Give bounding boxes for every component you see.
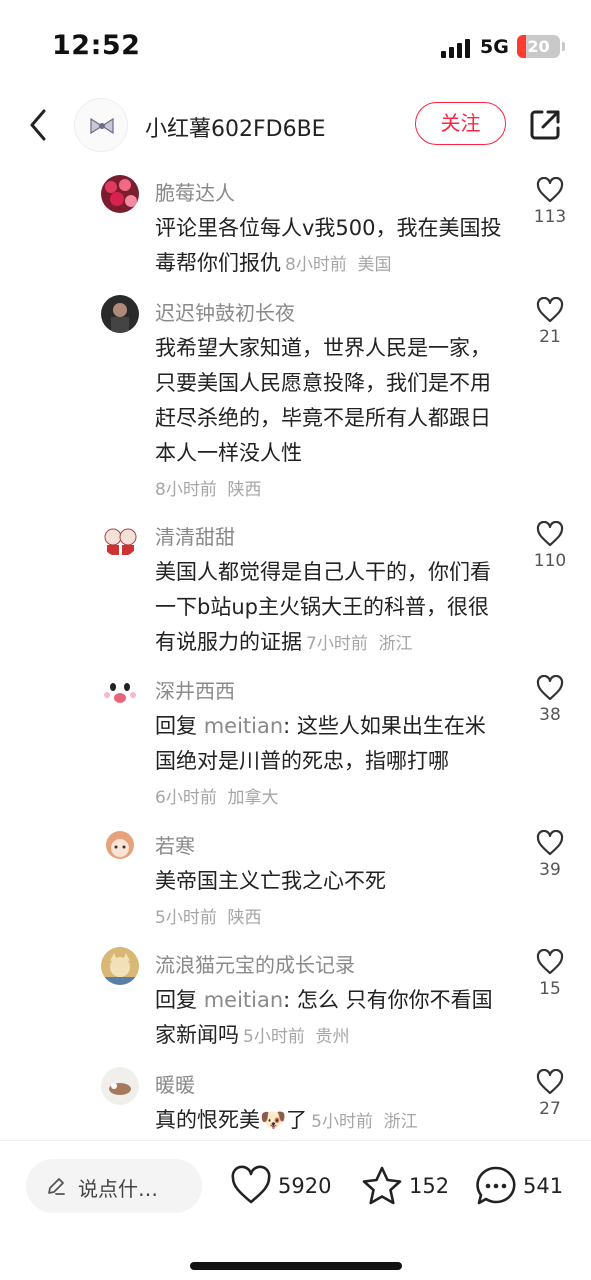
- commenter-name[interactable]: 深井西西: [155, 675, 235, 704]
- pencil-icon: [48, 1178, 65, 1195]
- reply-to-user[interactable]: meitian: [204, 988, 283, 1012]
- comment-text: 美帝国主义亡我之心不死: [155, 869, 386, 893]
- comment-time: 5小时前: [311, 1112, 373, 1132]
- comment-time: 8小时前: [285, 255, 347, 275]
- commenter-avatar[interactable]: [101, 519, 139, 557]
- comment-text-block[interactable]: 回复 meitian: 这些人如果出生在米国绝对是川普的死忠，指哪打哪 6小时前 …: [155, 709, 505, 816]
- like-count: 39: [539, 860, 561, 880]
- commenter-avatar[interactable]: [101, 673, 139, 711]
- comment-location: 贵州: [315, 1027, 350, 1047]
- collect-button[interactable]: 152: [361, 1165, 451, 1209]
- like-count: 113: [533, 207, 567, 227]
- heart-icon: [536, 177, 564, 203]
- collect-count: 152: [409, 1174, 450, 1198]
- commenter-name[interactable]: 脆莓达人: [155, 177, 235, 206]
- comment-like-button[interactable]: 38: [528, 673, 572, 725]
- commenter-avatar[interactable]: [101, 295, 139, 333]
- battery-icon: 20: [517, 35, 560, 58]
- like-count: 27: [539, 1099, 561, 1119]
- comment-location: 浙江: [383, 1112, 418, 1132]
- commenter-avatar[interactable]: [101, 828, 139, 866]
- battery-level: 20: [527, 37, 550, 56]
- reply-to-user[interactable]: meitian: [204, 714, 283, 738]
- comment-text-tail: 了: [286, 1108, 308, 1132]
- comment-location: 浙江: [378, 634, 413, 654]
- commenter-name[interactable]: 流浪猫元宝的成长记录: [155, 949, 355, 978]
- network-type: 5G: [480, 36, 509, 58]
- bottom-action-bar: 说点什… 5920 152 541: [0, 1140, 591, 1280]
- status-bar: 12:52 5G 20: [0, 0, 591, 90]
- author-avatar[interactable]: [74, 98, 128, 152]
- battery-nub: [562, 42, 565, 51]
- author-name[interactable]: 小红薯602FD6BE: [145, 111, 326, 143]
- heart-icon: [536, 830, 564, 856]
- like-count: 110: [533, 551, 567, 571]
- chat-bubble-icon: [476, 1166, 516, 1205]
- commenter-name[interactable]: 迟迟钟鼓初长夜: [155, 297, 295, 326]
- comment-location: 陕西: [227, 480, 262, 500]
- reply-prefix: 回复: [155, 988, 197, 1012]
- comment-input-placeholder: 说点什…: [78, 1177, 158, 1201]
- heart-icon: [536, 675, 564, 701]
- reply-prefix: 回复: [155, 714, 197, 738]
- comment-like-button[interactable]: 113: [528, 175, 572, 227]
- commenter-avatar[interactable]: [101, 947, 139, 985]
- like-count: 38: [539, 705, 561, 725]
- like-button[interactable]: 5920: [230, 1165, 335, 1209]
- comment-time: 5小时前: [243, 1027, 305, 1047]
- commenter-name[interactable]: 清清甜甜: [155, 521, 235, 550]
- heart-icon: [536, 1069, 564, 1095]
- comment-count: 541: [523, 1174, 564, 1198]
- back-button[interactable]: [24, 105, 54, 145]
- comment-like-button[interactable]: 27: [528, 1067, 572, 1119]
- comment-text: 我希望大家知道，世界人民是一家，只要美国人民愿意投降，我们是不用赶尽杀绝的，毕竟…: [155, 336, 491, 465]
- note-header: 小红薯602FD6BE 关注: [0, 95, 591, 157]
- commenter-name[interactable]: 暖暖: [155, 1069, 195, 1098]
- commenter-avatar[interactable]: [101, 175, 139, 213]
- home-indicator[interactable]: [190, 1262, 402, 1270]
- comment-text-block[interactable]: 美国人都觉得是自己人干的，你们看一下b站up主火锅大王的科普，很很有说服力的证据…: [155, 555, 505, 662]
- dog-emoji: 🐶: [260, 1108, 287, 1132]
- comment-text-block[interactable]: 评论里各位每人v我500，我在美国投毒帮你们报仇 8小时前 美国: [155, 211, 505, 283]
- share-icon: [530, 110, 560, 140]
- comment-location: 美国: [357, 255, 392, 275]
- like-count: 5920: [278, 1174, 332, 1198]
- comment-like-button[interactable]: 110: [528, 519, 572, 571]
- comment-time: 7小时前: [306, 634, 368, 654]
- comment-like-button[interactable]: 39: [528, 828, 572, 880]
- chevron-left-icon: [30, 109, 46, 141]
- comment-time: 6小时前: [155, 788, 217, 808]
- comment-text-block[interactable]: 美帝国主义亡我之心不死 5小时前 陕西: [155, 864, 505, 936]
- comment-location: 加拿大: [227, 788, 279, 808]
- comment-time: 5小时前: [155, 908, 217, 928]
- comment-text-block[interactable]: 我希望大家知道，世界人民是一家，只要美国人民愿意投降，我们是不用赶尽杀绝的，毕竟…: [155, 331, 505, 508]
- comment-button[interactable]: 541: [475, 1165, 575, 1209]
- comment-location: 陕西: [227, 908, 262, 928]
- status-time: 12:52: [52, 30, 141, 61]
- comment-text-block[interactable]: 回复 meitian: 怎么 只有你你不看国家新闻吗 5小时前 贵州: [155, 983, 505, 1055]
- heart-icon: [536, 297, 564, 323]
- comment-text: 真的恨死美: [155, 1108, 260, 1132]
- like-count: 15: [539, 979, 561, 999]
- heart-icon: [231, 1165, 271, 1204]
- bow-icon: [90, 117, 114, 135]
- comment-text-block[interactable]: 真的恨死美🐶了 5小时前 浙江: [155, 1103, 505, 1140]
- comment-like-button[interactable]: 21: [528, 295, 572, 347]
- heart-icon: [536, 521, 564, 547]
- comment-time: 8小时前: [155, 480, 217, 500]
- like-count: 21: [539, 327, 561, 347]
- follow-button[interactable]: 关注: [415, 102, 506, 145]
- cellular-signal-icon: [441, 38, 473, 58]
- comment-input[interactable]: 说点什…: [26, 1159, 202, 1213]
- star-icon: [362, 1166, 402, 1205]
- commenter-name[interactable]: 若寒: [155, 830, 195, 859]
- commenter-avatar[interactable]: [101, 1067, 139, 1105]
- share-button[interactable]: [527, 107, 563, 143]
- comment-like-button[interactable]: 15: [528, 947, 572, 999]
- heart-icon: [536, 949, 564, 975]
